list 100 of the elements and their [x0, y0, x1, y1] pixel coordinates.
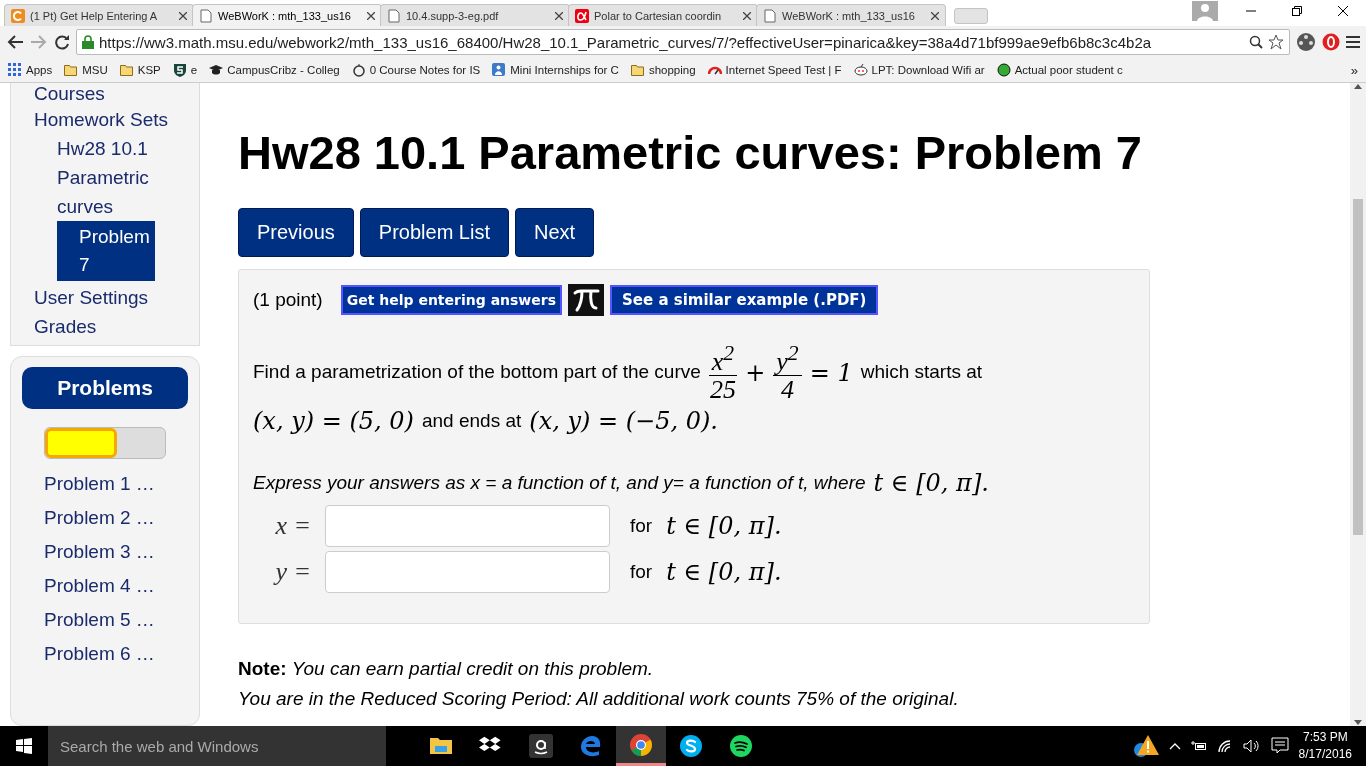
math-expression: + — [745, 357, 766, 389]
taskbar-search-field[interactable]: Search the web and Windows — [48, 726, 386, 766]
bookmark[interactable]: Internet Speed Test | F — [707, 63, 842, 77]
problem-text: Express your answers as x = a function of t, and y= a function of t, where — [253, 471, 866, 495]
menu-icon[interactable] — [1346, 35, 1360, 49]
help-button[interactable]: Get help entering answers — [340, 285, 563, 315]
reload-icon[interactable] — [54, 34, 70, 50]
bookmark[interactable]: e — [172, 63, 198, 77]
close-icon[interactable] — [743, 11, 751, 20]
browser-tab[interactable]: WeBWorK : mth_133_us16 — [192, 4, 382, 26]
document-icon — [763, 8, 777, 23]
more-bookmarks-button[interactable]: » — [1350, 62, 1358, 78]
bookmark[interactable]: Mini Internships for C — [492, 63, 619, 77]
answer-label: x = — [274, 511, 311, 542]
problem-link[interactable]: Problem 3 … — [44, 535, 188, 569]
for-label: for — [630, 561, 653, 584]
bookmark[interactable]: MSU — [64, 63, 108, 77]
scrollbar[interactable] — [1350, 83, 1366, 726]
back-icon[interactable] — [6, 34, 24, 50]
chevron-up-icon[interactable] — [1168, 742, 1181, 750]
bookmark[interactable]: Actual poor student c — [996, 63, 1123, 77]
math-expression: (x, y) = (5, 0) — [253, 406, 414, 438]
notifications-icon[interactable] — [1270, 737, 1289, 755]
sidebar-link[interactable]: Homework Sets — [34, 105, 199, 134]
star-icon[interactable] — [1268, 34, 1284, 50]
spotify-icon — [729, 734, 753, 758]
nav-button[interactable]: Next — [514, 208, 595, 257]
math-expression: t ∈ [0, π]. — [873, 468, 989, 500]
clock-time: 7:53 PM — [1301, 729, 1349, 746]
fraction: x$^{2}$ 25 — [708, 342, 738, 404]
math-expression: = 1 — [809, 357, 853, 389]
bookmark[interactable]: CampusCribz - Colleg — [209, 63, 340, 77]
skype-icon — [679, 734, 703, 758]
sidebar-link[interactable]: Grades — [34, 312, 199, 341]
bookmark[interactable]: LPT: Download Wifi ar — [853, 63, 985, 77]
close-icon[interactable] — [367, 11, 375, 20]
bookmark[interactable]: shopping — [630, 63, 696, 77]
sidebar-link[interactable]: Courses — [34, 83, 199, 105]
address-bar[interactable]: https://ww3.math.msu.edu/webwork2/mth_133_us16_68400/Hw28_10.1_Parametric_curves/7/?effectiveUser=pinarica&key=38a4d71bf999ae9efb6b8c3c4b2a — [76, 29, 1290, 55]
speaker-icon[interactable] — [1242, 739, 1261, 753]
problem-text: and ends at — [421, 409, 522, 433]
close-icon[interactable] — [555, 11, 563, 20]
c-icon — [11, 8, 25, 23]
battery-icon[interactable] — [1190, 740, 1207, 752]
pi-icon[interactable] — [568, 284, 605, 316]
bookmark[interactable]: Apps — [8, 63, 53, 77]
sidebar-link[interactable]: User Settings — [34, 283, 199, 312]
problem-link[interactable]: Problem 2 … — [44, 501, 188, 535]
answer-label: y = — [272, 557, 311, 588]
panel-heading: Problems — [22, 367, 188, 409]
document-icon — [199, 8, 213, 23]
problem-link[interactable]: Problem 5 … — [44, 603, 188, 637]
graduation-cap-icon — [209, 63, 224, 77]
folder-icon — [64, 63, 79, 77]
zoom-icon[interactable] — [1249, 35, 1263, 49]
problem-link[interactable]: Problem 1 … — [44, 467, 188, 501]
browser-tab[interactable]: (1 Pt) Get Help Entering A — [4, 4, 194, 26]
shield-icon — [172, 63, 187, 77]
fraction: y$^{2}$ 4 — [773, 342, 802, 404]
note-text: Note: You can earn partial credit on this problem. — [238, 657, 655, 682]
problem-link[interactable]: Problem 6 … — [44, 637, 188, 671]
close-icon[interactable] — [931, 11, 939, 20]
document-icon — [387, 8, 401, 23]
problem-text: Find a parametrization of the bottom part of the curve — [253, 360, 701, 385]
browser-tab[interactable]: 10.4.supp-3-eg.pdf — [380, 4, 570, 26]
amazon-icon — [529, 734, 553, 758]
taskbar-app[interactable] — [616, 726, 666, 766]
nav-button[interactable]: Problem List — [359, 208, 509, 257]
folder-icon — [630, 63, 645, 77]
problem-text: which starts at — [860, 360, 983, 385]
clock-date: 8/17/2016 — [1298, 746, 1352, 763]
sidebar-link[interactable]: Hw28 10.1 Parametric curves — [57, 134, 182, 221]
edge-icon — [579, 734, 603, 758]
warning-icon[interactable] — [1132, 734, 1159, 758]
page-title: Hw28 10.1 Parametric curves: Problem 7 — [238, 125, 1143, 180]
alpha-icon — [575, 8, 589, 23]
film-reel-icon[interactable] — [1296, 32, 1316, 52]
browser-tab[interactable]: Polar to Cartesian coordin — [568, 4, 758, 26]
lock-icon — [82, 35, 94, 49]
answer-field[interactable] — [325, 505, 610, 548]
chrome-icon — [629, 732, 653, 757]
wifi-icon[interactable] — [1216, 739, 1233, 753]
math-expression: (x, y) = (−5, 0). — [529, 406, 718, 438]
scrollbar-thumb[interactable] — [1353, 199, 1363, 535]
windows-icon[interactable] — [16, 738, 32, 754]
close-icon[interactable] — [1338, 6, 1348, 16]
points-label: (1 point) — [253, 289, 323, 311]
problem-link[interactable]: Problem 4 … — [44, 569, 188, 603]
grid-icon — [8, 63, 22, 77]
nav-button[interactable]: Previous — [238, 208, 354, 257]
sidebar-link[interactable]: Problem 7 — [57, 221, 155, 281]
restore-icon[interactable] — [1292, 6, 1302, 16]
person-icon — [492, 63, 507, 77]
close-icon[interactable] — [179, 11, 187, 20]
folder-icon — [119, 63, 134, 77]
answer-field[interactable] — [325, 551, 610, 594]
bookmark[interactable]: KSP — [119, 63, 161, 77]
example-button[interactable]: See a similar example (.PDF) — [610, 285, 879, 315]
bookmark[interactable]: 0 Course Notes for IS — [351, 63, 481, 77]
browser-tab[interactable]: WeBWorK : mth_133_us16 — [756, 4, 946, 26]
